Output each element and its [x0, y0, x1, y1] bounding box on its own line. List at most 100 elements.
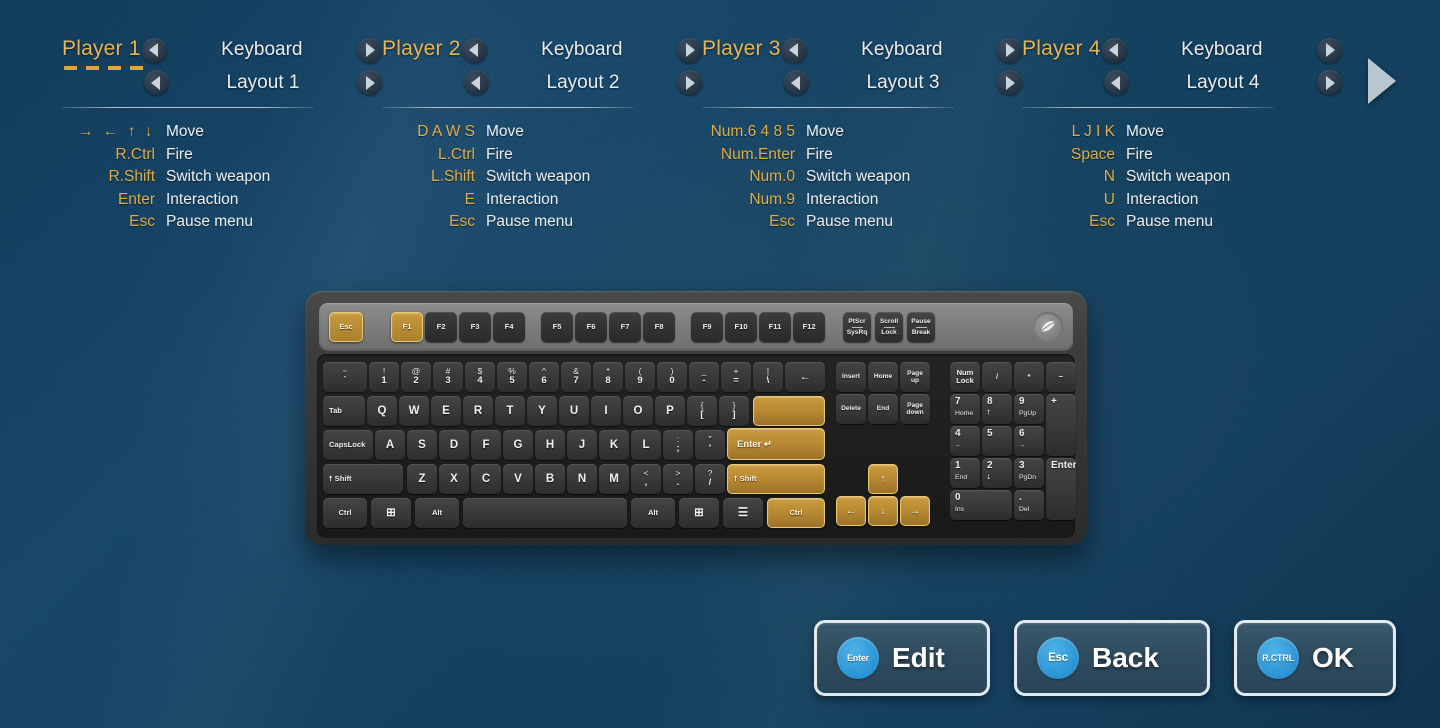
- key-home[interactable]: Home: [868, 362, 898, 392]
- key-`[interactable]: ~ `: [323, 362, 367, 392]
- key-f2[interactable]: F2: [425, 312, 457, 342]
- key-i[interactable]: I: [591, 396, 621, 426]
- key-f3[interactable]: F3: [459, 312, 491, 342]
- key-capslock[interactable]: CapsLock: [323, 430, 373, 460]
- key-1[interactable]: ! 1: [369, 362, 399, 392]
- key-insert[interactable]: Insert: [836, 362, 866, 392]
- key-=[interactable]: + =: [721, 362, 751, 392]
- key-numpad-2[interactable]: 2 ⭣: [982, 458, 1012, 488]
- key-f4[interactable]: F4: [493, 312, 525, 342]
- key-scroll[interactable]: Scroll Lock: [875, 312, 903, 342]
- key-bracket-][interactable]: }]: [719, 396, 749, 426]
- key-numpad-enter[interactable]: Enter: [1046, 458, 1076, 520]
- layout-next-button-1[interactable]: [357, 70, 382, 95]
- key-f[interactable]: F: [471, 430, 501, 460]
- arrow-up-key[interactable]: ↑: [868, 464, 898, 494]
- key-f6[interactable]: F6: [575, 312, 607, 342]
- key-end[interactable]: End: [868, 394, 898, 424]
- key-numpad-5[interactable]: 5: [982, 426, 1012, 456]
- key-u[interactable]: U: [559, 396, 589, 426]
- key-0[interactable]: ) 0: [657, 362, 687, 392]
- key-8[interactable]: * 8: [593, 362, 623, 392]
- ok-button[interactable]: R.CTRL OK: [1234, 620, 1396, 696]
- page-next-arrow-icon[interactable]: [1368, 58, 1396, 104]
- key-\[interactable]: | \: [753, 362, 783, 392]
- device-prev-button-3[interactable]: [781, 37, 807, 63]
- key-f12[interactable]: F12: [793, 312, 825, 342]
- device-next-button-1[interactable]: [357, 37, 382, 63]
- key-f11[interactable]: F11: [759, 312, 791, 342]
- layout-prev-button-2[interactable]: [464, 70, 489, 95]
- key--[interactable]: _ -: [689, 362, 719, 392]
- arrow-down-key[interactable]: ↓: [868, 496, 898, 526]
- key-p[interactable]: P: [655, 396, 685, 426]
- key-j[interactable]: J: [567, 430, 597, 460]
- layout-prev-button-3[interactable]: [784, 70, 809, 95]
- key-pause[interactable]: Pause Break: [907, 312, 935, 342]
- arrow-right-key[interactable]: →: [900, 496, 930, 526]
- key-punct-period[interactable]: >.: [663, 464, 693, 494]
- key-5[interactable]: % 5: [497, 362, 527, 392]
- key-f10[interactable]: F10: [725, 312, 757, 342]
- edit-button[interactable]: Enter Edit: [814, 620, 990, 696]
- key-bottom-7[interactable]: Ctrl: [767, 498, 825, 528]
- key-f1[interactable]: F1: [391, 312, 423, 342]
- device-next-button-3[interactable]: [997, 37, 1022, 63]
- key-backspace[interactable]: ←: [785, 362, 825, 392]
- key-numpad-9[interactable]: 9 PgUp: [1014, 394, 1044, 424]
- layout-next-button-4[interactable]: [1317, 70, 1342, 95]
- key-numpad-3[interactable]: 3 PgDn: [1014, 458, 1044, 488]
- key-z[interactable]: Z: [407, 464, 437, 494]
- layout-next-button-3[interactable]: [997, 70, 1022, 95]
- key-e[interactable]: E: [431, 396, 461, 426]
- key-bottom-4[interactable]: Alt: [631, 498, 675, 528]
- key-bottom-2[interactable]: Alt: [415, 498, 459, 528]
- key-n[interactable]: N: [567, 464, 597, 494]
- back-button[interactable]: Esc Back: [1014, 620, 1210, 696]
- key-tab[interactable]: Tab: [323, 396, 365, 426]
- key-punct-comma[interactable]: <,: [631, 464, 661, 494]
- key-shift-right[interactable]: ⭡ Shift: [727, 464, 825, 494]
- key-punct-'[interactable]: " ': [695, 430, 725, 460]
- key-a[interactable]: A: [375, 430, 405, 460]
- key-bottom-1[interactable]: ⊞: [371, 498, 411, 528]
- key-numpad-8[interactable]: 8 ⭡: [982, 394, 1012, 424]
- key-f8[interactable]: F8: [643, 312, 675, 342]
- key-h[interactable]: H: [535, 430, 565, 460]
- key-s[interactable]: S: [407, 430, 437, 460]
- device-prev-button-2[interactable]: [461, 37, 487, 63]
- key-numpad-num[interactable]: Num Lock: [950, 362, 980, 392]
- key-7[interactable]: & 7: [561, 362, 591, 392]
- player-title-2[interactable]: Player 2: [382, 37, 461, 63]
- key-enter[interactable]: [753, 396, 825, 426]
- key-numpad-6[interactable]: 6 →: [1014, 426, 1044, 456]
- key-numpad-minus[interactable]: −: [1046, 362, 1076, 392]
- key-numpad-divide[interactable]: /: [982, 362, 1012, 392]
- key-pagedown[interactable]: Page down: [900, 394, 930, 424]
- key-f7[interactable]: F7: [609, 312, 641, 342]
- key-punct-;[interactable]: :;: [663, 430, 693, 460]
- key-m[interactable]: M: [599, 464, 629, 494]
- key-shift-left[interactable]: ⭡ Shift: [323, 464, 403, 494]
- key-f9[interactable]: F9: [691, 312, 723, 342]
- layout-prev-button-1[interactable]: [144, 70, 169, 95]
- key-space[interactable]: [463, 498, 627, 528]
- key-f5[interactable]: F5: [541, 312, 573, 342]
- key-punct-slash[interactable]: ? /: [695, 464, 725, 494]
- key-y[interactable]: Y: [527, 396, 557, 426]
- key-ptscr[interactable]: PtScr SysRq: [843, 312, 871, 342]
- key-esc[interactable]: Esc: [329, 312, 363, 342]
- key-w[interactable]: W: [399, 396, 429, 426]
- key-l[interactable]: L: [631, 430, 661, 460]
- key-bottom-5[interactable]: ⊞: [679, 498, 719, 528]
- key-o[interactable]: O: [623, 396, 653, 426]
- key-3[interactable]: #3: [433, 362, 463, 392]
- key-v[interactable]: V: [503, 464, 533, 494]
- key-t[interactable]: T: [495, 396, 525, 426]
- key-r[interactable]: R: [463, 396, 493, 426]
- key-numpad-1[interactable]: 1 End: [950, 458, 980, 488]
- key-k[interactable]: K: [599, 430, 629, 460]
- key-bottom-0[interactable]: Ctrl: [323, 498, 367, 528]
- player-title-4[interactable]: Player 4: [1022, 37, 1101, 63]
- key-x[interactable]: X: [439, 464, 469, 494]
